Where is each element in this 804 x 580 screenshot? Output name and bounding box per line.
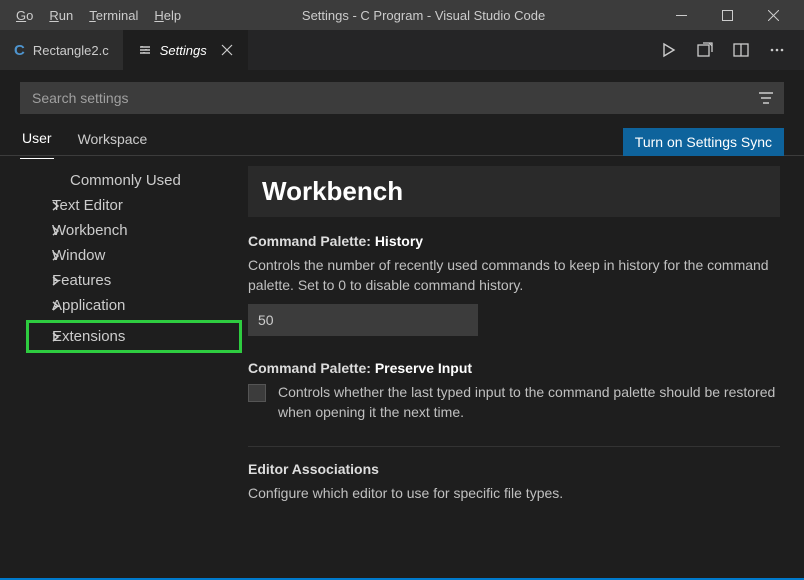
minimize-button[interactable] [658, 0, 704, 30]
chevron-right-icon [50, 250, 62, 262]
maximize-button[interactable] [704, 0, 750, 30]
run-icon[interactable] [660, 41, 678, 59]
search-settings-box[interactable] [20, 82, 784, 114]
chevron-right-icon [50, 331, 62, 343]
menu-go[interactable]: Go [8, 8, 41, 23]
tab-settings[interactable]: Settings [124, 30, 248, 70]
chevron-right-icon [50, 200, 62, 212]
tabbar: C Rectangle2.c Settings [0, 30, 804, 70]
window-title: Settings - C Program - Visual Studio Cod… [189, 8, 658, 23]
setting-editor-associations: Editor Associations Configure which edit… [248, 461, 780, 503]
menu-run[interactable]: Run [41, 8, 81, 23]
setting-desc: Configure which editor to use for specif… [248, 483, 780, 503]
settings-toc: Commonly Used Text Editor Workbench Wind… [0, 156, 240, 578]
toc-window[interactable]: Window [0, 243, 240, 268]
setting-desc: Controls whether the last typed input to… [278, 382, 780, 423]
setting-desc: Controls the number of recently used com… [248, 255, 780, 296]
chevron-right-icon [50, 225, 62, 237]
menu-terminal[interactable]: Terminal [81, 8, 146, 23]
tab-close-icon[interactable] [221, 44, 233, 56]
tab-settings-label: Settings [160, 43, 207, 58]
titlebar: Go Run Terminal Help Settings - C Progra… [0, 0, 804, 30]
preserve-input-checkbox[interactable] [248, 384, 266, 402]
menu-help[interactable]: Help [146, 8, 189, 23]
separator [248, 446, 780, 447]
more-actions-icon[interactable] [768, 41, 786, 59]
setting-command-palette-history: Command Palette: History Controls the nu… [248, 233, 780, 336]
toc-features[interactable]: Features [0, 268, 240, 293]
settings-sync-button[interactable]: Turn on Settings Sync [623, 128, 784, 156]
c-file-icon: C [14, 42, 25, 59]
settings-content: Workbench Command Palette: History Contr… [240, 156, 804, 578]
chevron-right-icon [50, 275, 62, 287]
toc-workbench[interactable]: Workbench [0, 218, 240, 243]
tab-file-label: Rectangle2.c [33, 43, 109, 58]
filter-icon[interactable] [758, 91, 774, 105]
search-input[interactable] [30, 89, 758, 107]
section-header: Workbench [248, 166, 780, 217]
scope-workspace[interactable]: Workspace [76, 125, 150, 159]
settings-icon [138, 43, 152, 57]
setting-command-palette-preserve-input: Command Palette: Preserve Input Controls… [248, 360, 780, 423]
chevron-right-icon [50, 300, 62, 312]
history-input[interactable] [248, 304, 478, 336]
scope-user[interactable]: User [20, 124, 54, 159]
split-editor-icon[interactable] [732, 41, 750, 59]
toc-text-editor[interactable]: Text Editor [0, 193, 240, 218]
toc-extensions[interactable]: Extensions [28, 322, 240, 351]
tab-file[interactable]: C Rectangle2.c [0, 30, 124, 70]
toc-commonly-used[interactable]: Commonly Used [0, 168, 240, 193]
close-button[interactable] [750, 0, 796, 30]
open-settings-json-icon[interactable] [696, 41, 714, 59]
toc-application[interactable]: Application [0, 293, 240, 318]
